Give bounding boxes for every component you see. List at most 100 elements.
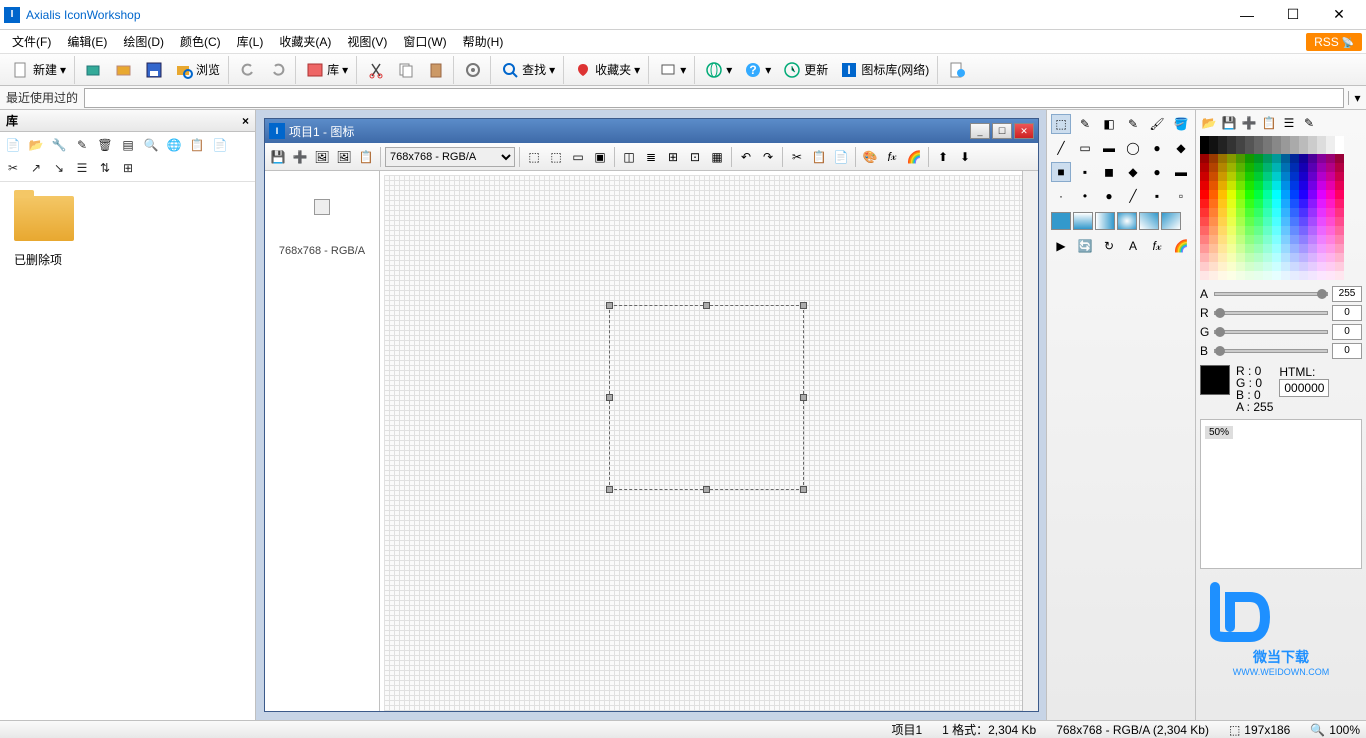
- doc-paste-icon[interactable]: 📄: [831, 147, 851, 167]
- swatch[interactable]: [1209, 253, 1218, 262]
- swatch[interactable]: [1254, 190, 1263, 199]
- swatch[interactable]: [1218, 262, 1227, 271]
- swatch[interactable]: [1218, 271, 1227, 280]
- swatch[interactable]: [1236, 190, 1245, 199]
- menu-view[interactable]: 视图(V): [339, 30, 395, 53]
- grad-6[interactable]: [1161, 212, 1181, 230]
- swatch[interactable]: [1227, 262, 1236, 271]
- swatch[interactable]: [1299, 271, 1308, 280]
- swatch[interactable]: [1308, 217, 1317, 226]
- swatch[interactable]: [1317, 190, 1326, 199]
- cp-add-icon[interactable]: ➕: [1240, 114, 1258, 132]
- swatch[interactable]: [1200, 226, 1209, 235]
- swatch[interactable]: [1317, 154, 1326, 163]
- brush-dot1[interactable]: ·: [1051, 186, 1071, 206]
- handle-ne[interactable]: [800, 302, 807, 309]
- swatch[interactable]: [1227, 154, 1236, 163]
- canvas-vscroll[interactable]: [1022, 171, 1038, 711]
- tool-rect-fill[interactable]: ▬: [1099, 138, 1119, 158]
- swatch[interactable]: [1335, 145, 1344, 154]
- sb-web-icon[interactable]: 🌐: [164, 135, 184, 155]
- swatch[interactable]: [1218, 253, 1227, 262]
- cp-open-icon[interactable]: 📂: [1200, 114, 1218, 132]
- recent-field[interactable]: [84, 88, 1344, 108]
- swatch[interactable]: [1299, 163, 1308, 172]
- cp-save-icon[interactable]: 💾: [1220, 114, 1238, 132]
- swatch[interactable]: [1200, 163, 1209, 172]
- swatch[interactable]: [1308, 208, 1317, 217]
- swatch[interactable]: [1254, 181, 1263, 190]
- swatch[interactable]: [1236, 235, 1245, 244]
- swatch[interactable]: [1254, 208, 1263, 217]
- swatch[interactable]: [1263, 190, 1272, 199]
- swatch[interactable]: [1254, 235, 1263, 244]
- swatch[interactable]: [1308, 235, 1317, 244]
- menu-library[interactable]: 库(L): [229, 30, 272, 53]
- swatch[interactable]: [1281, 136, 1290, 145]
- swatch[interactable]: [1200, 136, 1209, 145]
- swatch[interactable]: [1281, 244, 1290, 253]
- swatch[interactable]: [1236, 163, 1245, 172]
- swatch[interactable]: [1272, 271, 1281, 280]
- doc-img2-icon[interactable]: 🖼: [334, 147, 354, 167]
- cp-list-icon[interactable]: ☰: [1280, 114, 1298, 132]
- minimize-button[interactable]: —: [1224, 0, 1270, 30]
- swatch[interactable]: [1290, 145, 1299, 154]
- swatch[interactable]: [1308, 199, 1317, 208]
- swatch[interactable]: [1245, 145, 1254, 154]
- doc-checker-icon[interactable]: ▦: [707, 147, 727, 167]
- swatch[interactable]: [1335, 136, 1344, 145]
- sb-search-icon[interactable]: 🔍: [141, 135, 161, 155]
- swatch[interactable]: [1281, 145, 1290, 154]
- swatch[interactable]: [1218, 163, 1227, 172]
- swatch[interactable]: [1200, 262, 1209, 271]
- swatch[interactable]: [1209, 154, 1218, 163]
- swatch[interactable]: [1218, 208, 1227, 217]
- swatch[interactable]: [1209, 172, 1218, 181]
- swatch[interactable]: [1317, 163, 1326, 172]
- swatch[interactable]: [1209, 208, 1218, 217]
- swatch[interactable]: [1335, 271, 1344, 280]
- swatch[interactable]: [1227, 181, 1236, 190]
- close-button[interactable]: ✕: [1316, 0, 1362, 30]
- sb-delete-icon[interactable]: 🗑: [95, 135, 115, 155]
- tool-pencil[interactable]: ✎: [1075, 114, 1095, 134]
- update-button[interactable]: 更新: [778, 58, 833, 82]
- swatch[interactable]: [1326, 271, 1335, 280]
- sb-cut-icon[interactable]: ✂: [3, 158, 23, 178]
- swatch[interactable]: [1335, 208, 1344, 217]
- swatch[interactable]: [1335, 190, 1344, 199]
- swatch[interactable]: [1335, 181, 1344, 190]
- swatch[interactable]: [1245, 199, 1254, 208]
- swatch[interactable]: [1245, 271, 1254, 280]
- copy-button[interactable]: [392, 58, 420, 82]
- swatch[interactable]: [1218, 190, 1227, 199]
- swatch[interactable]: [1245, 217, 1254, 226]
- tool-picker[interactable]: ✎: [1123, 114, 1143, 134]
- swatch[interactable]: [1227, 145, 1236, 154]
- canvas[interactable]: [384, 175, 1022, 711]
- format-list[interactable]: 768x768 - RGB/A: [265, 171, 380, 711]
- swatch[interactable]: [1263, 199, 1272, 208]
- handle-se[interactable]: [800, 486, 807, 493]
- recent-dropdown[interactable]: ▾: [1348, 91, 1366, 105]
- swatch[interactable]: [1236, 172, 1245, 181]
- swatch[interactable]: [1209, 235, 1218, 244]
- swatch[interactable]: [1299, 244, 1308, 253]
- swatch[interactable]: [1263, 181, 1272, 190]
- swatch[interactable]: [1326, 262, 1335, 271]
- brush-slash[interactable]: ╱: [1123, 186, 1143, 206]
- swatch[interactable]: [1263, 244, 1272, 253]
- tool-line[interactable]: ╱: [1051, 138, 1071, 158]
- cp-picker-icon[interactable]: ✎: [1300, 114, 1318, 132]
- tool-flip-v[interactable]: 🔄: [1075, 236, 1095, 256]
- swatch[interactable]: [1308, 163, 1317, 172]
- swatch[interactable]: [1236, 154, 1245, 163]
- swatch[interactable]: [1245, 190, 1254, 199]
- swatch[interactable]: [1326, 226, 1335, 235]
- swatch[interactable]: [1209, 163, 1218, 172]
- swatch[interactable]: [1326, 217, 1335, 226]
- swatch[interactable]: [1254, 217, 1263, 226]
- swatch[interactable]: [1200, 181, 1209, 190]
- sb-list-icon[interactable]: ☰: [72, 158, 92, 178]
